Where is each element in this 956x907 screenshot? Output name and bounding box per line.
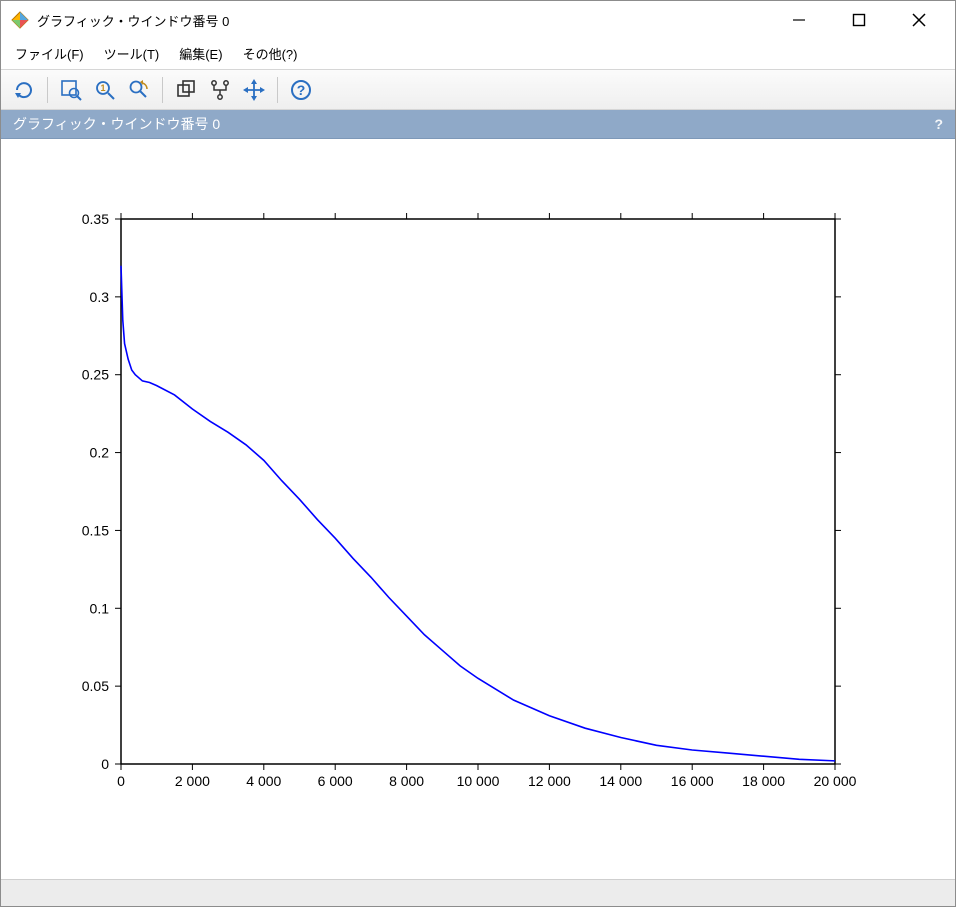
x-tick-label: 16 000 — [671, 773, 714, 789]
svg-text:?: ? — [297, 82, 306, 98]
x-tick-label: 2 000 — [175, 773, 210, 789]
x-tick-label: 12 000 — [528, 773, 571, 789]
svg-text:1: 1 — [100, 83, 105, 93]
series-line — [121, 266, 835, 761]
chart: 0 0.05 0.1 0.15 0.2 0.25 0.3 0.35 0 2 000 4 000 6 0… — [1, 139, 955, 879]
y-tick-label: 0.25 — [82, 367, 109, 383]
y-tick-label: 0.1 — [90, 601, 110, 617]
window-controls — [769, 1, 949, 39]
x-tick-label: 0 — [117, 773, 125, 789]
toolbar-separator — [277, 77, 278, 103]
maximize-button[interactable] — [829, 1, 889, 39]
close-button[interactable] — [889, 1, 949, 39]
toolbar-separator — [47, 77, 48, 103]
y-tick-label: 0.05 — [82, 678, 109, 694]
x-tick-label: 8 000 — [389, 773, 424, 789]
menubar: ファイル(F) ツール(T) 編集(E) その他(?) — [1, 39, 955, 69]
app-window: グラフィック・ウインドウ番号 0 ファイル(F) ツール(T) 編集(E) その… — [0, 0, 956, 907]
y-tick-label: 0.3 — [90, 289, 110, 305]
rotate-icon[interactable] — [9, 75, 39, 105]
titlebar: グラフィック・ウインドウ番号 0 — [1, 1, 955, 39]
tab-title[interactable]: グラフィック・ウインドウ番号 0 — [13, 114, 220, 134]
app-icon — [11, 11, 29, 29]
x-tick-label: 10 000 — [457, 773, 500, 789]
x-tick-label: 20 000 — [814, 773, 857, 789]
toolbar-separator — [162, 77, 163, 103]
toolbar: 1 — [1, 69, 955, 111]
x-tick-label: 14 000 — [599, 773, 642, 789]
x-tick-label: 18 000 — [742, 773, 785, 789]
menu-other[interactable]: その他(?) — [235, 40, 306, 67]
tabbar: グラフィック・ウインドウ番号 0 ? — [1, 110, 955, 139]
minimize-button[interactable] — [769, 1, 829, 39]
window-title: グラフィック・ウインドウ番号 0 — [37, 11, 229, 30]
tab-help-icon[interactable]: ? — [934, 116, 943, 132]
y-tick-label: 0.15 — [82, 523, 109, 539]
y-tick-label: 0.2 — [90, 445, 110, 461]
y-tick-label: 0 — [101, 756, 109, 772]
x-tick-label: 4 000 — [246, 773, 281, 789]
statusbar — [1, 879, 955, 906]
menu-tools[interactable]: ツール(T) — [96, 40, 168, 67]
zoom-reset-icon[interactable] — [124, 75, 154, 105]
plot-area[interactable]: 0 0.05 0.1 0.15 0.2 0.25 0.3 0.35 0 2 000 4 000 6 0… — [1, 139, 955, 879]
toggle-2d3d-icon[interactable] — [171, 75, 201, 105]
menu-file[interactable]: ファイル(F) — [7, 40, 92, 67]
datatip-move-icon[interactable] — [239, 75, 269, 105]
zoom-fit-icon[interactable]: 1 — [90, 75, 120, 105]
help-icon[interactable]: ? — [286, 75, 316, 105]
menu-edit[interactable]: 編集(E) — [171, 40, 230, 67]
zoom-area-icon[interactable] — [56, 75, 86, 105]
y-tick-label: 0.35 — [82, 211, 109, 227]
ged-icon[interactable] — [205, 75, 235, 105]
x-tick-label: 6 000 — [318, 773, 353, 789]
